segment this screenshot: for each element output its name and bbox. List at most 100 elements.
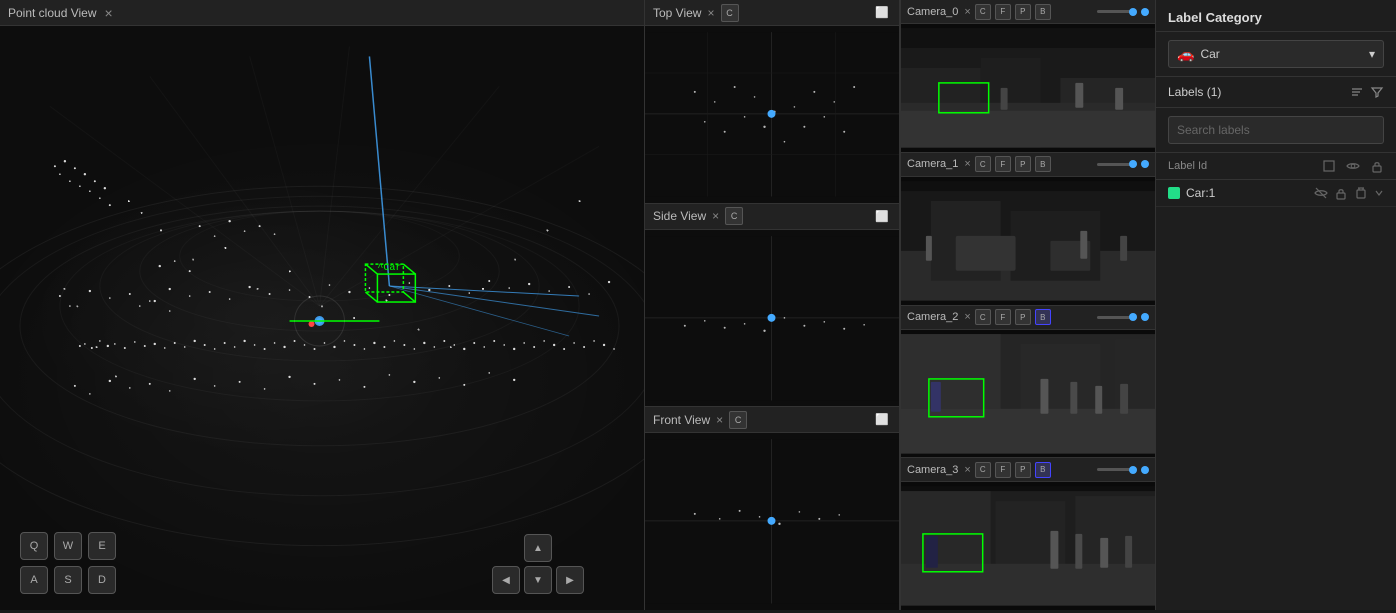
top-view-titlebar-left: Top View × C	[653, 4, 739, 22]
nav-left-btn[interactable]: ◀	[492, 566, 520, 594]
camera-0-image[interactable]	[901, 24, 1155, 152]
camera-0-scene-svg	[901, 24, 1155, 152]
side-view-titlebar-left: Side View × C	[653, 207, 743, 225]
label-row-icons	[1314, 186, 1384, 200]
camera-0-slider-container	[1095, 8, 1149, 16]
label-id-header: Label Id	[1156, 153, 1396, 180]
label-category-select[interactable]: 🚗 Car ▾	[1168, 40, 1384, 68]
kb-key-e[interactable]: E	[88, 532, 116, 560]
camera-1-btn-c[interactable]: C	[975, 156, 991, 172]
camera-3-slider-thumb[interactable]	[1129, 466, 1137, 474]
filter-icon	[1370, 85, 1384, 99]
label-category-value: Car	[1200, 47, 1219, 61]
camera-1-indicator	[1141, 160, 1149, 168]
side-view-maximize[interactable]: ⬜	[873, 207, 891, 225]
camera-3-close[interactable]: ×	[964, 464, 970, 476]
sort-icon	[1350, 85, 1364, 99]
nav-up-btn[interactable]: ▲	[524, 534, 552, 562]
side-view-content[interactable]	[645, 230, 899, 407]
point-cloud-svg: ^Car	[0, 26, 644, 610]
camera-0-slider[interactable]	[1097, 10, 1137, 13]
camera-1-btn-f[interactable]: F	[995, 156, 1011, 172]
camera-3-btn-p[interactable]: P	[1015, 462, 1031, 478]
camera-3-btn-f[interactable]: F	[995, 462, 1011, 478]
labels-sort-btn[interactable]	[1350, 85, 1364, 99]
camera-2-btn-p[interactable]: P	[1015, 309, 1031, 325]
camera-0-btn-p[interactable]: P	[1015, 4, 1031, 20]
view-panels: Top View × C ⬜	[645, 0, 900, 610]
camera-0-btn-c[interactable]: C	[975, 4, 991, 20]
camera-3-btn-b[interactable]: B	[1035, 462, 1051, 478]
top-view-close[interactable]: ×	[707, 6, 714, 20]
camera-panels: Camera_0 × C F P B	[900, 0, 1155, 610]
camera-1-slider-thumb[interactable]	[1129, 160, 1137, 168]
camera-1-btn-b[interactable]: B	[1035, 156, 1051, 172]
camera-0-btn-f[interactable]: F	[995, 4, 1011, 20]
point-cloud-canvas[interactable]: ^Car Q W E A S D ▲	[0, 26, 644, 610]
camera-2-btn-b[interactable]: B	[1035, 309, 1051, 325]
nav-down-btn[interactable]: ▼	[524, 566, 552, 594]
camera-3-slider[interactable]	[1097, 468, 1137, 471]
front-view-icon-c[interactable]: C	[729, 411, 747, 429]
camera-0-close[interactable]: ×	[964, 6, 970, 18]
label-id-col-header: Label Id	[1168, 160, 1322, 172]
camera-2-close[interactable]: ×	[964, 311, 970, 323]
camera-3-panel: Camera_3 × C F P B	[901, 458, 1155, 610]
front-view-maximize[interactable]: ⬜	[873, 411, 891, 429]
labels-header-row: Labels (1)	[1156, 77, 1396, 108]
camera-0-titlebar: Camera_0 × C F P B	[901, 0, 1155, 24]
top-view-panel: Top View × C ⬜	[645, 0, 899, 204]
delete-icon[interactable]	[1354, 186, 1368, 200]
camera-2-slider[interactable]	[1097, 316, 1137, 319]
camera-1-title: Camera_1	[907, 158, 958, 170]
labels-count-title: Labels (1)	[1168, 85, 1221, 99]
label-color-indicator	[1168, 187, 1180, 199]
label-row-car1[interactable]: Car:1	[1156, 180, 1396, 207]
camera-1-image[interactable]	[901, 177, 1155, 305]
camera-2-btn-f[interactable]: F	[995, 309, 1011, 325]
camera-3-slider-container	[1095, 466, 1149, 474]
top-view-content[interactable]	[645, 26, 899, 203]
camera-0-btn-b[interactable]: B	[1035, 4, 1051, 20]
point-cloud-close-btn[interactable]: ×	[105, 5, 113, 21]
label-dropdown-icon[interactable]	[1374, 188, 1384, 198]
label-entry-name: Car:1	[1186, 186, 1314, 200]
labels-filter-btn[interactable]	[1370, 85, 1384, 99]
camera-1-slider[interactable]	[1097, 163, 1137, 166]
kb-key-s[interactable]: S	[54, 566, 82, 594]
camera-1-close[interactable]: ×	[964, 158, 970, 170]
camera-3-image[interactable]	[901, 482, 1155, 610]
kb-key-a[interactable]: A	[20, 566, 48, 594]
lock-row-icon[interactable]	[1334, 186, 1348, 200]
camera-2-image[interactable]	[901, 330, 1155, 458]
label-section-header: Label Category	[1156, 0, 1396, 32]
nav-right-btn[interactable]: ▶	[556, 566, 584, 594]
front-view-close[interactable]: ×	[716, 413, 723, 427]
top-view-icon-c[interactable]: C	[721, 4, 739, 22]
camera-2-slider-thumb[interactable]	[1129, 313, 1137, 321]
front-view-panel: Front View × C ⬜	[645, 407, 899, 610]
camera-0-indicator	[1141, 8, 1149, 16]
side-view-title: Side View	[653, 209, 706, 223]
search-labels-input[interactable]	[1168, 116, 1384, 144]
camera-2-title: Camera_2	[907, 311, 958, 323]
side-view-close[interactable]: ×	[712, 209, 719, 223]
side-view-icon-c[interactable]: C	[725, 207, 743, 225]
top-view-titlebar: Top View × C ⬜	[645, 0, 899, 26]
kb-key-w[interactable]: W	[54, 532, 82, 560]
eye-slash-icon[interactable]	[1314, 186, 1328, 200]
kb-key-d[interactable]: D	[88, 566, 116, 594]
camera-1-scene-svg	[901, 177, 1155, 305]
front-view-title: Front View	[653, 413, 710, 427]
camera-0-titlebar-left: Camera_0 × C F P B	[907, 4, 1051, 20]
camera-3-btn-c[interactable]: C	[975, 462, 991, 478]
nav-middle-row: ◀ ▼ ▶	[492, 566, 584, 594]
camera-2-btn-c[interactable]: C	[975, 309, 991, 325]
front-view-content[interactable]	[645, 433, 899, 610]
camera-2-titlebar: Camera_2 × C F P B	[901, 306, 1155, 330]
camera-0-slider-thumb[interactable]	[1129, 8, 1137, 16]
top-view-maximize[interactable]: ⬜	[873, 4, 891, 22]
label-panel: Label Category 🚗 Car ▾ Labels (1)	[1155, 0, 1396, 610]
kb-key-q[interactable]: Q	[20, 532, 48, 560]
camera-1-btn-p[interactable]: P	[1015, 156, 1031, 172]
